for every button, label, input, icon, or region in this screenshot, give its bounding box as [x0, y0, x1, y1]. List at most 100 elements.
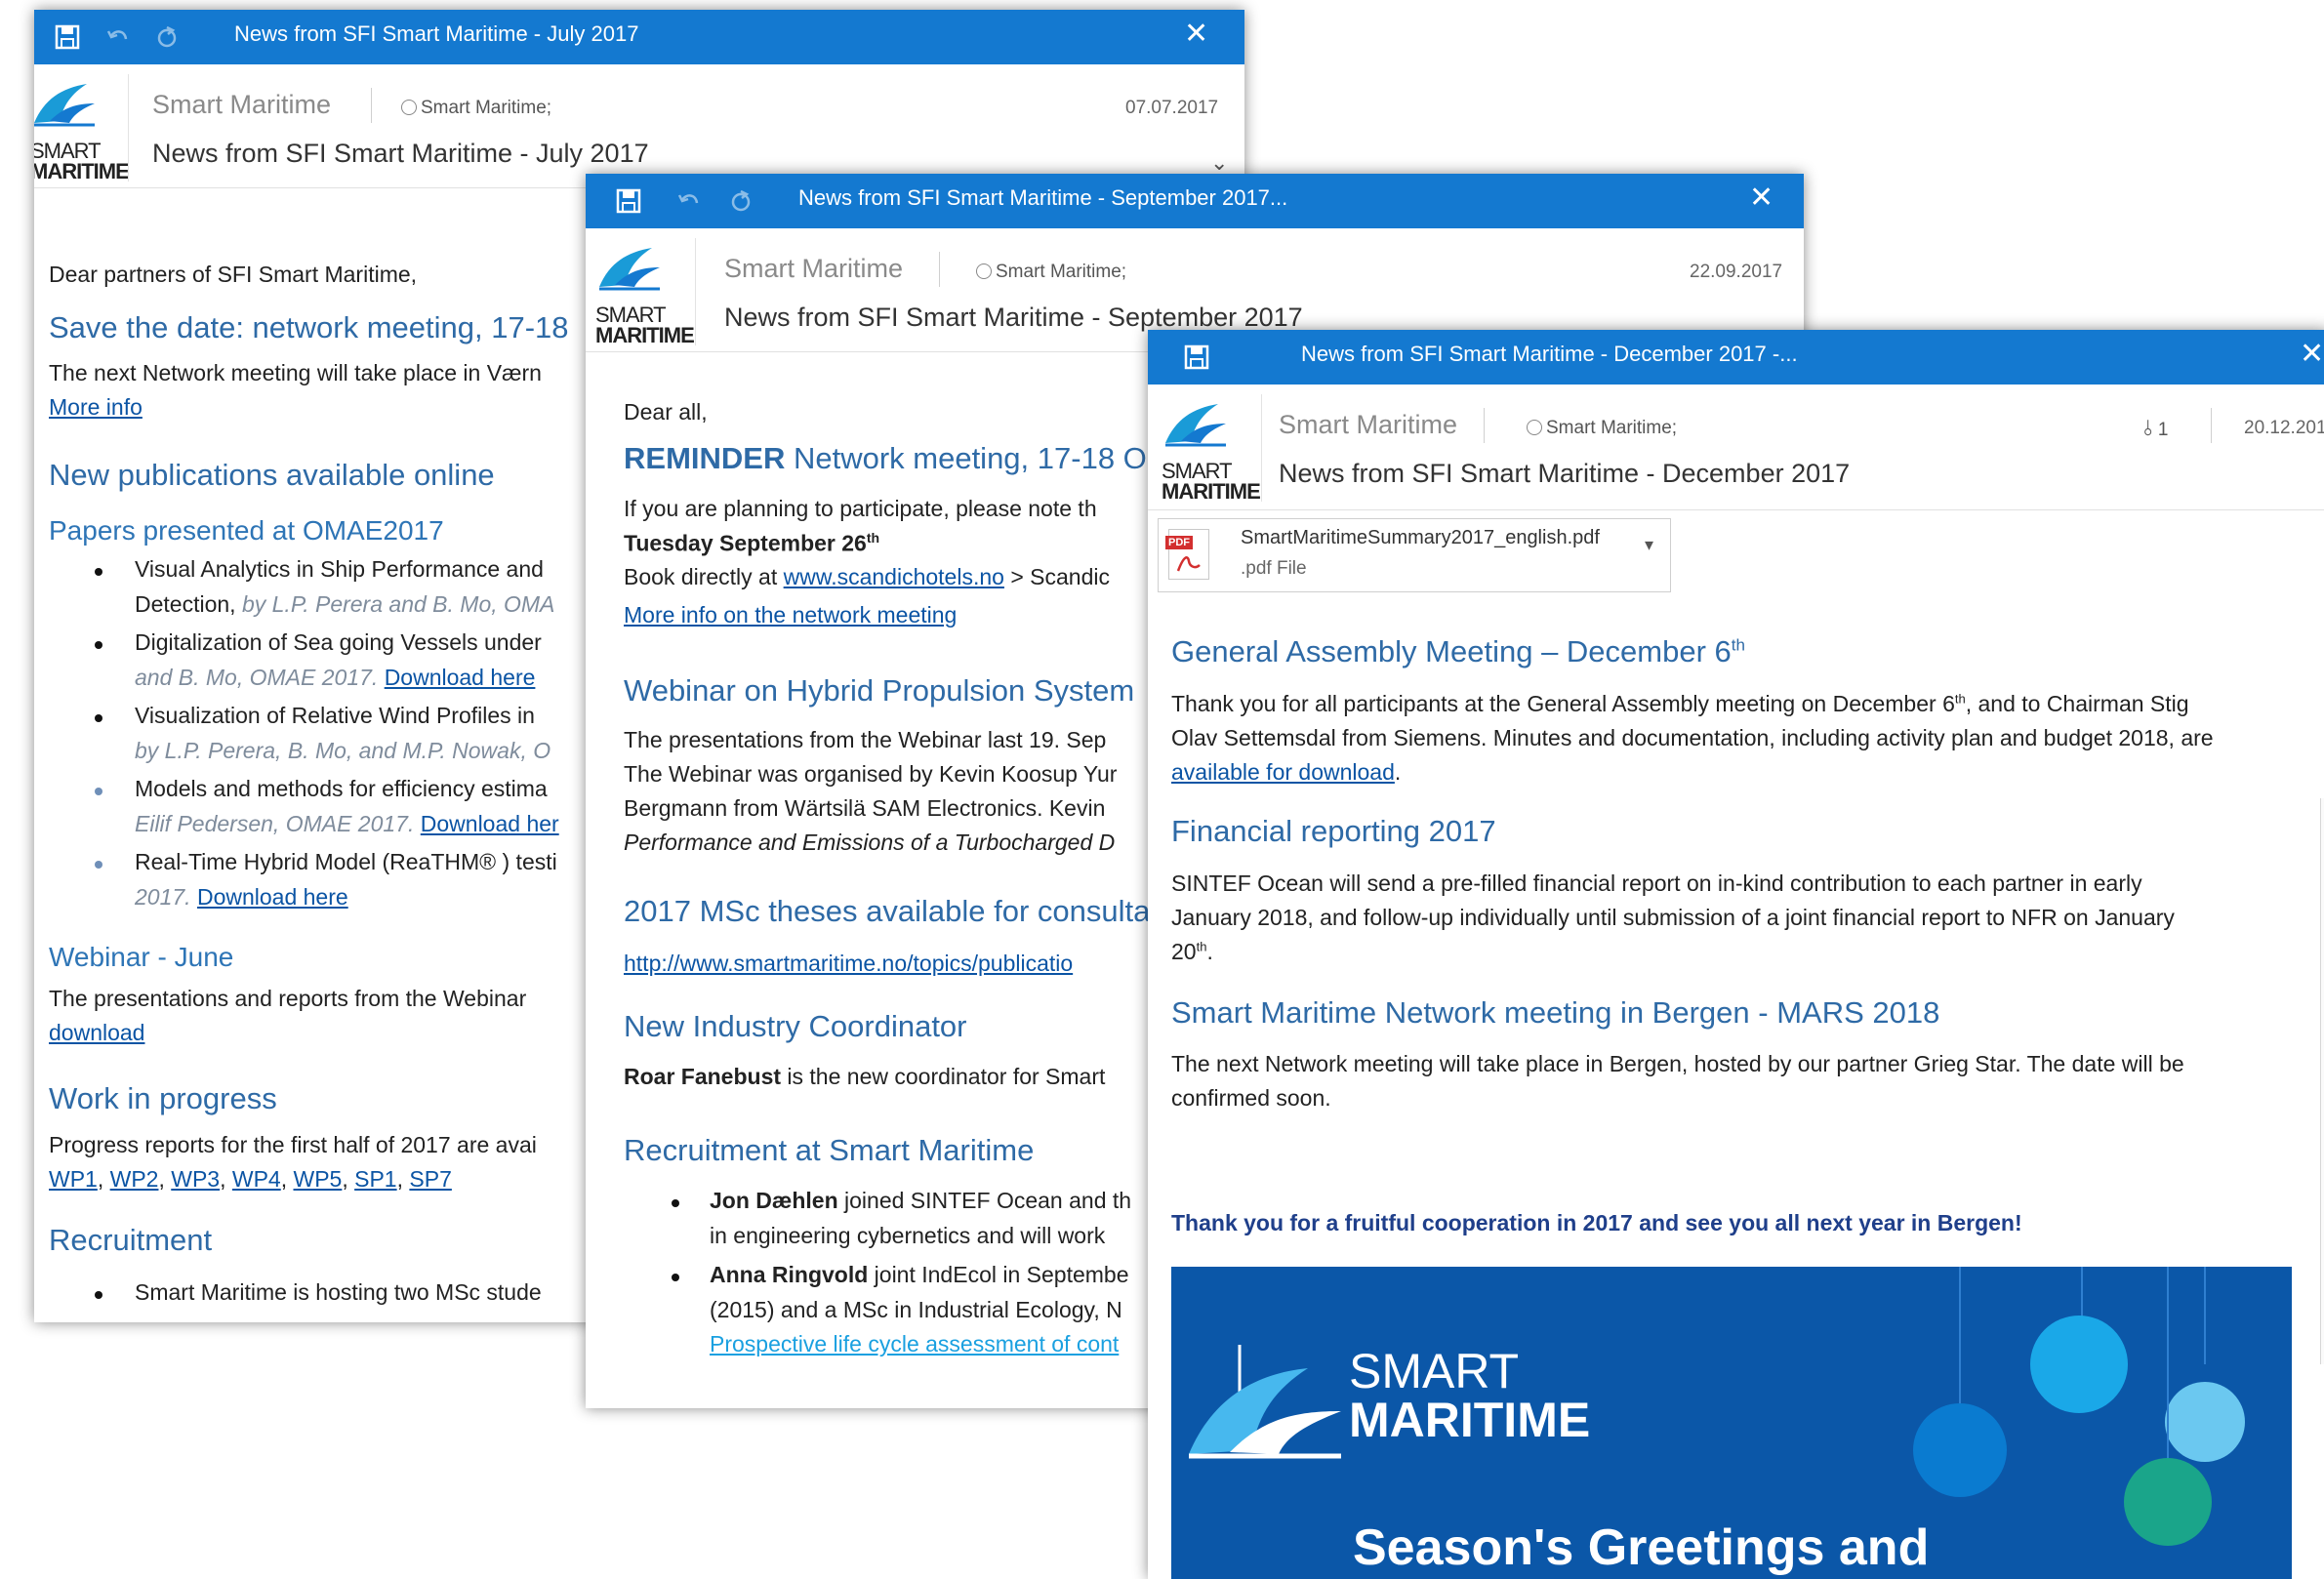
- heading-coordinator: New Industry Coordinator: [624, 1009, 967, 1043]
- text: Thank you for all participants at the Ge…: [1171, 691, 1955, 716]
- list-item-line: by L.P. Perera, B. Mo, and M.P. Nowak, O: [135, 738, 551, 763]
- wp-link[interactable]: WP2: [110, 1166, 159, 1192]
- save-icon[interactable]: [54, 23, 81, 51]
- paragraph-line: The next Network meeting will take place…: [1171, 1051, 2184, 1076]
- logo-line-2: MARITIME: [1162, 479, 1261, 504]
- undo-icon[interactable]: [675, 187, 703, 215]
- close-icon[interactable]: ✕: [1184, 20, 1208, 49]
- save-icon[interactable]: [1183, 344, 1210, 371]
- list-bullet: [95, 641, 102, 649]
- paragraph-line: January 2018, and follow-up individually…: [1171, 905, 2175, 930]
- heading-recruitment: Recruitment: [49, 1223, 213, 1257]
- wp-link[interactable]: SP1: [354, 1166, 396, 1192]
- list-item: Models and methods for efficiency estima: [135, 776, 548, 801]
- list-bullet: [672, 1274, 679, 1281]
- message-header: SMART MARITIME Smart Maritime Smart Mari…: [34, 64, 1244, 188]
- recipient[interactable]: Smart Maritime;: [1527, 418, 1677, 439]
- item-text: Detection,: [135, 591, 236, 617]
- heading-text: General Assembly Meeting – December 6: [1171, 634, 1732, 668]
- sender-name[interactable]: Smart Maritime: [1279, 410, 1457, 440]
- window-title: News from SFI Smart Maritime - July 2017: [234, 21, 639, 46]
- paragraph-line: confirmed soon.: [1171, 1085, 1331, 1111]
- wp-link[interactable]: WP4: [232, 1166, 281, 1192]
- redo-icon[interactable]: [153, 23, 181, 51]
- heading-recruitment: Recruitment at Smart Maritime: [624, 1133, 1035, 1167]
- email-window-december: News from SFI Smart Maritime - December …: [1148, 330, 2324, 1579]
- save-icon[interactable]: [615, 187, 642, 215]
- download-link[interactable]: Download here: [385, 665, 536, 690]
- download-link[interactable]: available for download: [1171, 759, 1395, 785]
- count: 1: [2157, 420, 2169, 440]
- list-item-line: 2017. Download here: [135, 884, 348, 911]
- chevron-down-icon[interactable]: ▾: [1645, 535, 1653, 555]
- list-item: Real-Time Hybrid Model (ReaTHM® ) testi: [135, 849, 557, 874]
- text: , and to Chairman Stig: [1965, 691, 2189, 716]
- heading-save-date: Save the date: network meeting, 17-18: [49, 310, 569, 344]
- chevron-down-icon[interactable]: ⌄: [1210, 150, 1228, 176]
- heading-publications: New publications available online: [49, 458, 495, 492]
- paragraph-line: Performance and Emissions of a Turbochar…: [624, 830, 1116, 855]
- smart-maritime-logo: SMART MARITIME: [1160, 398, 1261, 506]
- smart-maritime-logo: SMART MARITIME: [593, 242, 695, 349]
- list-item-line: (2015) and a MSc in Industrial Ecology, …: [710, 1297, 1122, 1322]
- download-link[interactable]: Download her: [421, 811, 559, 836]
- list-item: Jon Dæhlen joined SINTEF Ocean and th: [710, 1188, 1131, 1214]
- banner-maritime: MARITIME: [1349, 1393, 1591, 1447]
- wp-link[interactable]: WP3: [171, 1166, 220, 1192]
- sender-name[interactable]: Smart Maritime: [152, 90, 331, 120]
- attachment-count[interactable]: ⫰ 1: [2143, 416, 2168, 441]
- download-link[interactable]: download: [49, 1020, 144, 1046]
- thesis-link[interactable]: Prospective life cycle assessment of con…: [710, 1331, 1119, 1357]
- paragraph-line: The presentations from the Webinar last …: [624, 727, 1107, 752]
- heading-webinar: Webinar - June: [49, 942, 234, 972]
- closing-thanks: Thank you for a fruitful cooperation in …: [1171, 1210, 2022, 1235]
- attachment-type: .pdf File: [1241, 558, 1307, 579]
- list-item-line: Eilif Pedersen, OMAE 2017. Download her: [135, 811, 559, 837]
- network-meeting-link[interactable]: More info on the network meeting: [624, 602, 957, 628]
- ornament: [1913, 1403, 2007, 1497]
- ornament: [2030, 1316, 2128, 1413]
- close-icon[interactable]: ✕: [2300, 340, 2324, 369]
- recipient[interactable]: Smart Maritime;: [976, 262, 1126, 283]
- text: is the new coordinator for Smart: [781, 1064, 1106, 1089]
- reminder-label: REMINDER: [624, 441, 786, 475]
- heading-general-assembly: General Assembly Meeting – December 6th: [1171, 634, 1745, 669]
- list-item-line: in engineering cybernetics and will work: [710, 1223, 1106, 1248]
- sender-name[interactable]: Smart Maritime: [724, 254, 903, 284]
- wp-link[interactable]: WP5: [294, 1166, 343, 1192]
- list-item: Visual Analytics in Ship Performance and: [135, 556, 544, 582]
- item-authors: and B. Mo, OMAE 2017.: [135, 665, 379, 690]
- text: 20: [1171, 939, 1197, 964]
- smart-maritime-logo: [1189, 1345, 1341, 1459]
- season-greetings-banner: SMART MARITIME Season's Greetings and: [1171, 1267, 2292, 1579]
- undo-icon[interactable]: [104, 23, 132, 51]
- redo-icon[interactable]: [727, 187, 754, 215]
- recipient[interactable]: Smart Maritime;: [401, 98, 551, 119]
- publications-link[interactable]: http://www.smartmaritime.no/topics/publi…: [624, 951, 1073, 977]
- ornament: [2124, 1458, 2212, 1546]
- hotel-link[interactable]: www.scandichotels.no: [784, 564, 1004, 589]
- wp-links: WP1, WP2, WP3, WP4, WP5, SP1, SP7: [49, 1166, 452, 1192]
- title-bar: News from SFI Smart Maritime - July 2017…: [34, 10, 1244, 64]
- wp-link[interactable]: SP7: [409, 1166, 451, 1192]
- more-info-link[interactable]: More info: [49, 394, 143, 421]
- attachment-card[interactable]: PDF SmartMaritimeSummary2017_english.pdf…: [1158, 518, 1671, 592]
- pdf-icon: PDF: [1165, 529, 1209, 580]
- title-bar: News from SFI Smart Maritime - September…: [586, 174, 1804, 228]
- paragraph-line: The Webinar was organised by Kevin Koosu…: [624, 761, 1118, 787]
- sent-date: 20.12.201: [2244, 418, 2324, 438]
- person-name: Jon Dæhlen: [710, 1188, 838, 1213]
- scrollbar[interactable]: [2320, 798, 2324, 1364]
- text: .: [1394, 759, 1402, 785]
- download-link[interactable]: Download here: [197, 884, 348, 910]
- list-bullet: [95, 1291, 102, 1299]
- text: > Scandic: [1003, 564, 1110, 589]
- paragraph-line: available for download.: [1171, 759, 1401, 786]
- sent-date: 07.07.2017: [1125, 98, 1219, 118]
- list-bullet: [95, 568, 102, 576]
- wp-link[interactable]: WP1: [49, 1166, 98, 1192]
- logo-line-2: MARITIME: [34, 159, 130, 183]
- close-icon[interactable]: ✕: [1749, 183, 1774, 213]
- message-header: SMART MARITIME Smart Maritime Smart Mari…: [1148, 385, 2324, 510]
- message-body: General Assembly Meeting – December 6th …: [1148, 613, 2324, 1579]
